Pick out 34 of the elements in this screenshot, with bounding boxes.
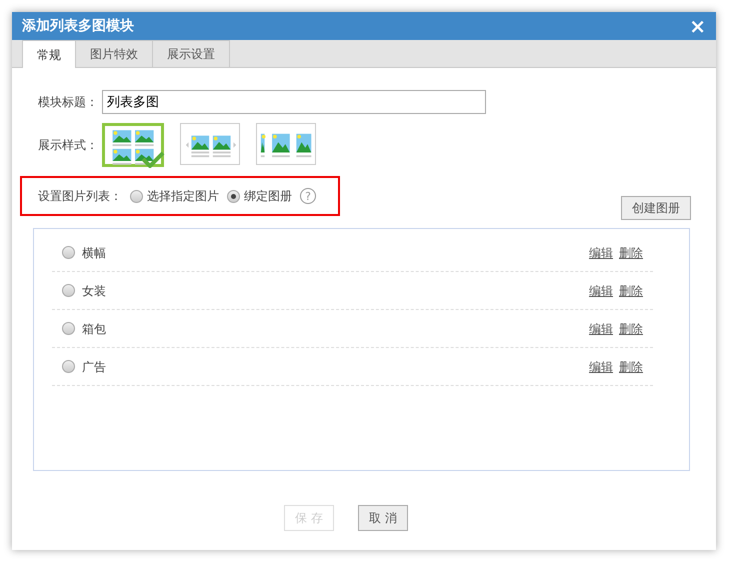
field-label: 模块标题：: [38, 94, 98, 111]
radio-button[interactable]: [227, 190, 240, 202]
radio-button[interactable]: [62, 322, 75, 335]
close-button[interactable]: ×: [687, 16, 708, 36]
cancel-button[interactable]: 取 消: [358, 505, 408, 531]
title-input[interactable]: 列表多图: [102, 90, 486, 114]
edit-link[interactable]: 编辑: [589, 320, 613, 338]
album-name: 箱包: [82, 320, 106, 338]
edit-link[interactable]: 编辑: [589, 282, 613, 300]
layout-option[interactable]: [180, 123, 240, 165]
radio-button[interactable]: [62, 360, 75, 373]
radio-button[interactable]: [62, 246, 75, 259]
delete-link[interactable]: 删除: [619, 244, 643, 262]
window-title: 添加列表多图模块: [22, 16, 134, 36]
album-name: 广告: [82, 358, 106, 376]
tab[interactable]: 展示设置: [152, 40, 230, 67]
delete-link[interactable]: 删除: [619, 358, 643, 376]
layout-option[interactable]: [102, 123, 164, 167]
check-icon: [141, 150, 165, 168]
album-name: 女装: [82, 282, 106, 300]
edit-link[interactable]: 编辑: [589, 244, 613, 262]
radio-button[interactable]: [62, 284, 75, 297]
edit-link[interactable]: 编辑: [589, 358, 613, 376]
layout-option[interactable]: [256, 123, 316, 165]
album-name: 横幅: [82, 244, 106, 262]
radio-label[interactable]: 绑定图册: [244, 187, 292, 205]
radio-label[interactable]: 选择指定图片: [147, 187, 219, 205]
radio-button[interactable]: [130, 190, 143, 202]
field-label: 展示样式：: [38, 137, 98, 154]
tab[interactable]: 常规: [22, 40, 76, 68]
create-album-button[interactable]: 创建图册: [621, 196, 691, 220]
delete-link[interactable]: 删除: [619, 282, 643, 300]
field-label: 设置图片列表：: [38, 188, 122, 205]
delete-link[interactable]: 删除: [619, 320, 643, 338]
